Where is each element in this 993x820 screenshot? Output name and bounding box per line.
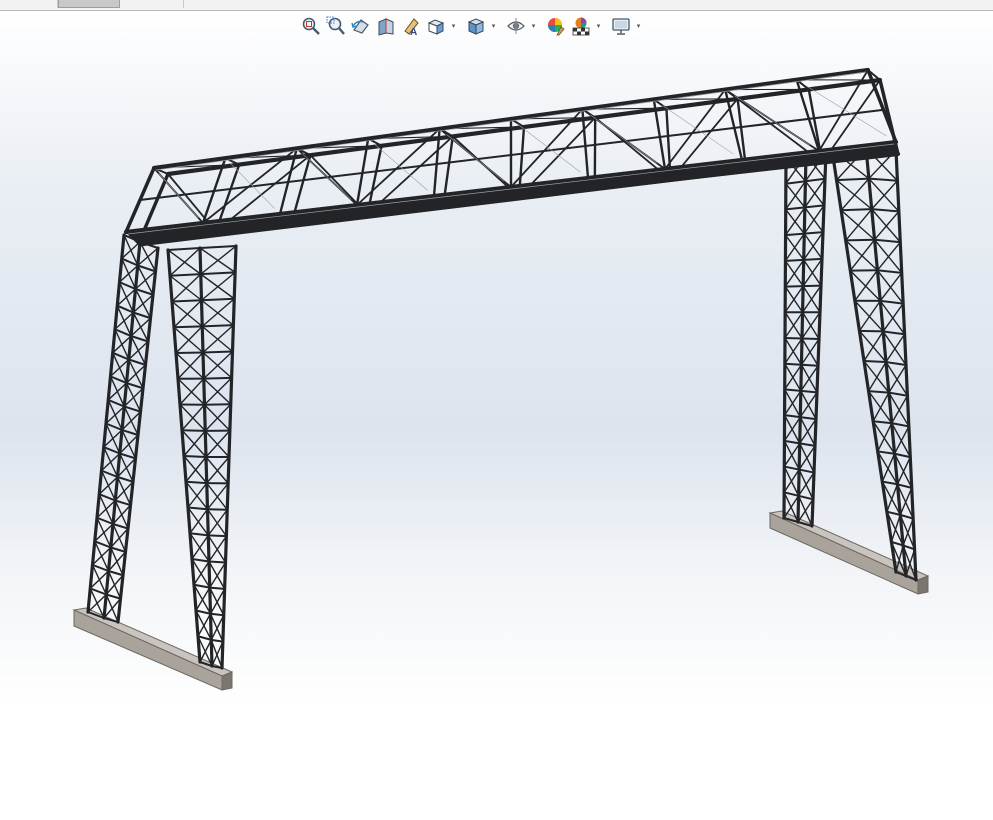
truss-members	[86, 67, 918, 670]
chevron-down-icon[interactable]: ▾	[530, 15, 537, 37]
zoom-to-area-icon[interactable]	[325, 15, 347, 37]
gantry-crane-model[interactable]	[0, 11, 993, 820]
view-settings-icon[interactable]	[610, 15, 632, 37]
view-orientation-icon[interactable]	[425, 15, 447, 37]
document-tab-active[interactable]	[58, 0, 120, 8]
hide-show-items-icon[interactable]	[505, 15, 527, 37]
dynamic-annotation-views-icon[interactable]: A	[400, 15, 422, 37]
chevron-down-icon[interactable]: ▾	[450, 15, 457, 37]
document-tab[interactable]	[120, 0, 184, 8]
display-style-icon[interactable]	[465, 15, 487, 37]
edit-appearance-icon[interactable]	[545, 15, 567, 37]
zoom-to-fit-icon[interactable]	[300, 15, 322, 37]
document-tab[interactable]	[0, 0, 58, 8]
chevron-down-icon[interactable]: ▾	[635, 15, 642, 37]
previous-view-icon[interactable]	[350, 15, 372, 37]
section-view-icon[interactable]	[375, 15, 397, 37]
graphics-viewport[interactable]: A ▾ ▾ ▾ ▾ ▾	[0, 11, 993, 820]
svg-text:A: A	[410, 27, 417, 36]
document-tab-strip	[0, 0, 993, 11]
chevron-down-icon[interactable]: ▾	[490, 15, 497, 37]
apply-scene-icon[interactable]	[570, 15, 592, 37]
chevron-down-icon[interactable]: ▾	[595, 15, 602, 37]
heads-up-view-toolbar: A ▾ ▾ ▾ ▾ ▾	[300, 15, 647, 37]
